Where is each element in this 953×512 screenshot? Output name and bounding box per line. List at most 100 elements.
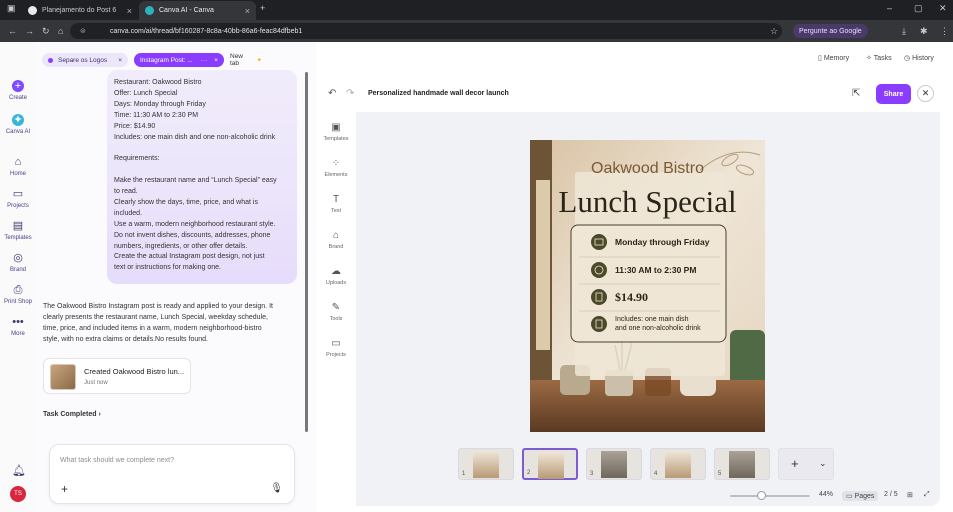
user-message-line: Includes: one main dish and one non-alco… — [114, 133, 276, 141]
rail-print-shop[interactable]: ⎙ Print Shop — [0, 284, 36, 305]
bookmark-star-icon[interactable]: ☆ — [770, 26, 778, 37]
design-canvas[interactable]: Oakwood Bistro Lunch Special Monday thro… — [530, 140, 765, 432]
composer-input[interactable]: What task should we complete next? — [60, 457, 174, 464]
user-message-line: included. — [114, 209, 143, 217]
chat-panel: Separe os Logos × Instagram Post: ... ··· ×… — [36, 42, 316, 512]
tool-projects[interactable]: ▭ Projects — [316, 338, 356, 358]
task-composer[interactable]: What task should we complete next? + 🎙︎ — [49, 444, 295, 504]
add-attachment-icon[interactable]: + — [61, 482, 68, 496]
forward-icon[interactable]: → — [25, 26, 34, 36]
agent-message-line: The Oakwood Bistro Instagram post is rea… — [43, 303, 273, 310]
minimize-icon[interactable]: – — [887, 3, 892, 13]
add-page-button[interactable]: + ⌄ — [778, 448, 834, 480]
share-button[interactable]: Share — [876, 84, 911, 104]
download-icon[interactable]: ⤓ — [902, 26, 906, 37]
tool-tools[interactable]: ✎ Tools — [316, 302, 356, 322]
tool-brand[interactable]: ⌂ Brand — [316, 230, 356, 250]
templates-icon: ▣ — [331, 122, 341, 133]
rail-canva-ai[interactable]: ✦ Canva AI — [0, 114, 36, 135]
pages-icon: ▭ — [846, 493, 853, 500]
zoom-slider-handle[interactable] — [757, 491, 766, 500]
page-thumbnails: 1 2 3 4 5 + ⌄ — [316, 444, 940, 484]
user-message-line: Clearly show the days, time, price, and … — [114, 198, 258, 206]
zoom-slider[interactable] — [730, 495, 810, 497]
browser-tab[interactable]: Planejamento do Post 6 × — [22, 1, 138, 20]
design-title[interactable]: Personalized handmade wall decor launch — [368, 90, 509, 97]
page-thumb-1[interactable]: 1 — [458, 448, 514, 480]
open-external-icon[interactable]: ⇱ — [852, 88, 860, 99]
memory-link[interactable]: ▯ Memory — [818, 54, 849, 62]
avatar[interactable]: TS — [0, 486, 36, 502]
cloud-upload-icon: ☁ — [331, 266, 341, 277]
window-close-icon[interactable]: ✕ — [939, 3, 947, 14]
tool-text[interactable]: T Text — [316, 194, 356, 214]
url-field[interactable]: ⊜ canva.com/ai/thread/bf160287-8c8a-40bb-… — [70, 23, 782, 39]
history-link[interactable]: ◷ History — [904, 54, 934, 62]
chip-tab-instagram[interactable]: Instagram Post: ... ··· × — [134, 53, 224, 67]
more-icon[interactable]: ··· — [201, 57, 208, 64]
rail-brand[interactable]: ◎ Brand — [0, 252, 36, 273]
close-tab-icon[interactable]: × — [245, 6, 250, 16]
close-icon[interactable]: × — [118, 57, 122, 64]
elements-icon: ⁘ — [331, 158, 341, 169]
user-message-line: text or instructions for making one. — [114, 264, 221, 272]
maximize-icon[interactable]: ▢ — [914, 3, 923, 14]
chevron-down-icon[interactable]: ⌄ — [819, 458, 827, 469]
fullscreen-icon[interactable]: ⤢ — [924, 491, 930, 499]
page-thumb-2[interactable]: 2 — [522, 448, 578, 480]
grid-view-icon[interactable]: ⊞ — [907, 491, 913, 499]
user-message-line: Make the restaurant name and “Lunch Spec… — [114, 177, 277, 185]
user-message-line — [114, 165, 290, 176]
reload-icon[interactable]: ↻ — [42, 26, 50, 37]
chip-tab-logos[interactable]: Separe os Logos × — [42, 53, 128, 67]
more-icon: ••• — [12, 316, 24, 328]
user-message-line: Restaurant: Oakwood Bistro — [114, 79, 202, 86]
page-thumb-5[interactable]: 5 — [714, 448, 770, 480]
tool-elements[interactable]: ⁘ Elements — [316, 158, 356, 178]
result-card[interactable]: Created Oakwood Bistro lun... Just now — [43, 358, 191, 394]
task-completed-toggle[interactable]: Task Completed › — [43, 411, 101, 418]
tool-templates[interactable]: ▣ Templates — [316, 122, 356, 142]
browser-tab-bar: Planejamento do Post 6 × Canva AI - Canva… — [0, 0, 953, 20]
zoom-level[interactable]: 44% — [819, 491, 833, 498]
undo-icon[interactable]: ↶ — [328, 88, 336, 99]
tasks-link[interactable]: ✧ Tasks — [866, 54, 892, 62]
rail-projects[interactable]: ▭ Projects — [0, 188, 36, 209]
microphone-icon[interactable]: 🎙︎ — [270, 483, 283, 494]
page-thumb-3[interactable]: 3 — [586, 448, 642, 480]
rail-templates[interactable]: ▤ Templates — [0, 220, 36, 241]
notifications-bell-icon[interactable]: 🔔︎ — [0, 465, 36, 480]
folder-icon: ▭ — [12, 188, 24, 200]
back-icon[interactable]: ← — [8, 26, 17, 36]
ask-google-button[interactable]: Pergunte ao Google — [793, 24, 868, 38]
rail-create[interactable]: + Create — [0, 80, 36, 101]
tab-menu-icon[interactable]: ▣ — [7, 3, 16, 14]
close-icon[interactable]: × — [214, 57, 218, 64]
page-thumb-4[interactable]: 4 — [650, 448, 706, 480]
tasks-icon: ✧ — [866, 55, 872, 62]
result-thumbnail — [50, 364, 76, 390]
rail-more[interactable]: ••• More — [0, 316, 36, 337]
dot-icon — [48, 57, 53, 63]
editor-toolbar: ↶ ↷ Personalized handmade wall decor lau… — [316, 78, 940, 112]
user-message-line: to read. — [114, 188, 138, 196]
pen-icon: ✎ — [331, 302, 341, 313]
close-tab-icon[interactable]: × — [127, 6, 132, 16]
close-editor-button[interactable]: ✕ — [917, 85, 934, 102]
chat-scrollbar[interactable] — [305, 72, 308, 432]
rail-home[interactable]: ⌂ Home — [0, 156, 36, 177]
browser-menu-icon[interactable]: ⋮ — [940, 26, 949, 37]
chip-new-tab[interactable]: New tab ✦ — [224, 53, 268, 67]
agent-message: The Oakwood Bistro Instagram post is rea… — [43, 302, 293, 346]
canva-ai-icon: ✦ — [12, 114, 24, 126]
tool-uploads[interactable]: ☁ Uploads — [316, 266, 356, 286]
site-info-icon[interactable]: ⊜ — [80, 27, 86, 35]
new-tab-icon[interactable]: + — [260, 3, 265, 13]
user-message-line: Price: $14.90 — [114, 122, 156, 130]
extensions-icon[interactable]: ✱ — [920, 26, 928, 37]
pages-button[interactable]: ▭ Pages — [842, 491, 879, 501]
home-icon[interactable]: ⌂ — [58, 26, 63, 36]
browser-tab-active[interactable]: Canva AI - Canva × — [139, 1, 256, 20]
redo-icon[interactable]: ↷ — [346, 88, 354, 99]
agent-message-line: time, price, and included items in a war… — [43, 324, 262, 332]
